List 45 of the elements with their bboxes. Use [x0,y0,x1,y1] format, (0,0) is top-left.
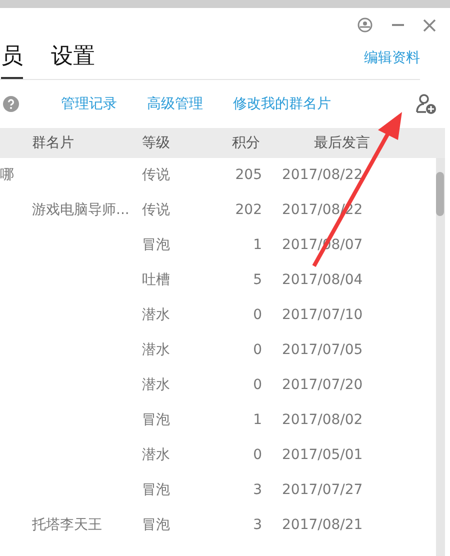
table-cell: 吐槽 [142,272,170,288]
table-cell: 传说 [142,167,170,183]
tab[interactable]: 员 [1,40,23,79]
table-cell: 传说 [142,202,170,218]
table-cell: 0 [253,342,262,358]
table-cell: 1 [253,237,262,253]
column-header[interactable]: 积分 [232,132,282,154]
skin-icon[interactable] [357,17,373,33]
table-cell: 潜水 [142,377,170,393]
table-cell: 3 [253,482,262,498]
table-cell: 0 [253,307,262,323]
table-cell: 冒泡 [142,412,170,428]
column-header[interactable]: 等级 [142,132,232,154]
table-cell: 1 [253,412,262,428]
table-cell: 潜水 [142,307,170,323]
table-cell: 冒泡 [142,482,170,498]
table-cell: 2017/08/04 [282,272,363,288]
table-cell: 2017/08/21 [282,517,363,533]
column-header[interactable]: 群名片 [0,132,142,154]
add-member-icon[interactable] [415,93,437,115]
table-cell: 205 [235,167,262,183]
table-cell: 潜水 [142,447,170,463]
tab[interactable]: 设置 [51,40,95,79]
column-header[interactable]: 最后发言 [282,132,442,154]
table-cell: 202 [235,202,262,218]
table-cell: 2017/07/05 [282,342,363,358]
table-cell: 0 [253,447,262,463]
table-cell: 潜水 [142,342,170,358]
table-cell: 2017/07/20 [282,377,363,393]
table-cell: 0 [253,377,262,393]
table-cell: 5 [253,272,262,288]
table-cell: 2017/08/02 [282,412,363,428]
table-cell: 2017/05/01 [282,447,363,463]
table-cell: 冒泡 [142,237,170,253]
table-cell: 游戏电脑导师... [32,202,130,218]
table-cell: 2017/07/10 [282,307,363,323]
scrollbar-thumb[interactable] [436,172,444,216]
table-cell: 3 [253,517,262,533]
table-cell: 哪 [0,167,14,183]
table-cell: 托塔李天王 [32,517,102,533]
table-cell: 冒泡 [142,517,170,533]
close-icon[interactable] [423,18,436,32]
help-icon[interactable] [3,96,19,112]
table-cell: 2017/08/22 [282,167,363,183]
table-cell: 2017/07/27 [282,482,363,498]
